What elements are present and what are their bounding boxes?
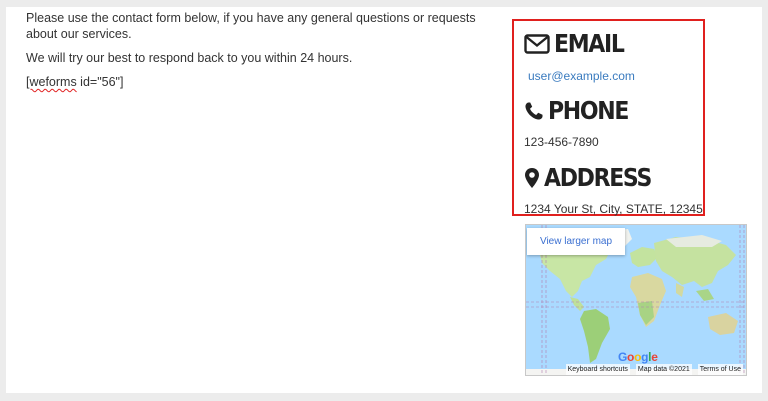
email-link[interactable]: user@example.com xyxy=(528,69,635,83)
envelope-icon xyxy=(524,33,550,54)
map-footer: Keyboard shortcuts Map data ©2021 Terms … xyxy=(526,364,746,375)
email-title: EMAIL xyxy=(554,29,625,58)
address-title: ADDRESS xyxy=(544,163,652,192)
phone-icon xyxy=(524,101,544,121)
email-heading: EMAIL xyxy=(524,31,633,56)
page-content: Please use the contact form below, if yo… xyxy=(6,7,762,393)
phone-number: 123-456-7890 xyxy=(524,135,599,149)
address-text: 1234 Your St, City, STATE, 12345 xyxy=(524,202,703,216)
map-marker-icon xyxy=(524,167,540,189)
phone-heading: PHONE xyxy=(524,98,639,123)
form-shortcode: [weforms id="56"] xyxy=(26,74,501,90)
embedded-map[interactable]: View larger map Google Keyboard shortcut… xyxy=(525,224,747,376)
intro-text: Please use the contact form below, if yo… xyxy=(26,10,501,98)
contact-info-box: EMAIL user@example.com PHONE 123-456-789… xyxy=(512,19,705,216)
intro-paragraph-2: We will try our best to respond back to … xyxy=(26,51,353,65)
address-heading: ADDRESS xyxy=(524,165,666,190)
google-logo[interactable]: Google xyxy=(618,350,658,364)
phone-title: PHONE xyxy=(548,96,629,125)
intro-paragraph-1: Please use the contact form below, if yo… xyxy=(26,11,476,41)
shortcode-rest: id="56"] xyxy=(76,75,124,89)
shortcode-word: [weforms xyxy=(26,75,77,89)
view-larger-map-button[interactable]: View larger map xyxy=(527,228,625,255)
keyboard-shortcuts-link[interactable]: Keyboard shortcuts xyxy=(565,364,630,375)
map-data-attribution: Map data ©2021 xyxy=(635,364,692,375)
terms-of-use-link[interactable]: Terms of Use xyxy=(697,364,743,375)
